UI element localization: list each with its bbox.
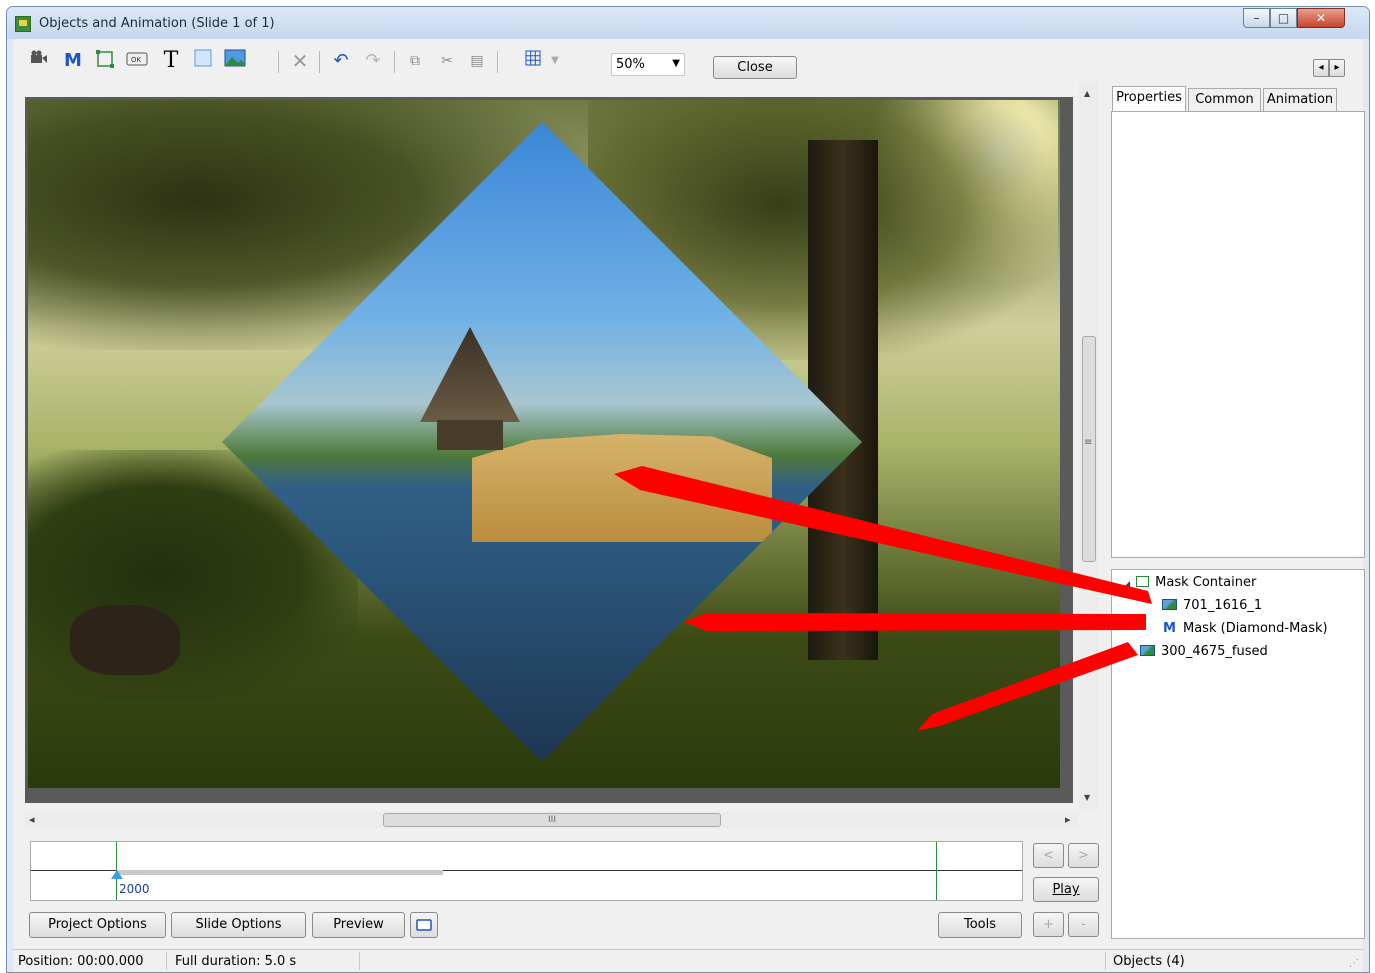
vertical-scrollbar[interactable]: ▲ ≡ ▼ (1079, 81, 1099, 809)
timeline-prev-button[interactable]: < (1033, 843, 1064, 868)
redo-icon[interactable]: ↷ (361, 49, 385, 73)
hut-base (437, 420, 503, 450)
image-icon[interactable] (223, 49, 247, 73)
fullscreen-preview-button[interactable] (410, 912, 438, 938)
mask-icon: M (1163, 621, 1176, 636)
tools-button[interactable]: Tools (938, 912, 1022, 938)
image-icon (1162, 599, 1177, 610)
image-icon (1140, 645, 1155, 656)
grid-dropdown-arrow-icon[interactable]: ▼ (543, 49, 567, 73)
mask-icon[interactable]: M (61, 49, 85, 73)
zoom-select[interactable]: 50% ▼ (611, 53, 685, 76)
add-keyframe-button[interactable]: + (1033, 912, 1064, 937)
slide-canvas[interactable] (25, 97, 1073, 803)
title-bar[interactable]: Objects and Animation (Slide 1 of 1) – □… (7, 7, 1369, 39)
camera-icon[interactable] (27, 49, 51, 73)
hut-roof (420, 327, 520, 422)
properties-panel (1111, 111, 1365, 558)
horizontal-scrollbar[interactable]: ◂ III ▸ (25, 811, 1079, 829)
tree-item-label: Mask (Diamond-Mask) (1183, 621, 1328, 636)
window-close-button[interactable]: ✕ (1297, 8, 1345, 28)
remove-keyframe-button[interactable]: - (1068, 912, 1099, 937)
tab-common[interactable]: Common (1188, 88, 1261, 112)
background-photo[interactable] (28, 100, 1060, 788)
monitor-icon (416, 919, 432, 931)
client-area: M OK T ✕ ↶ ↷ ⧉ ✂ ▤ ▼ 50% ▼ Close ◂ ▸ ▲ ≡… (13, 39, 1365, 972)
toolbar-separator (278, 51, 279, 73)
timeline-duration-bar (117, 870, 443, 875)
toolbar-separator (497, 51, 498, 73)
project-options-button[interactable]: Project Options (29, 912, 166, 938)
status-separator (359, 952, 360, 970)
tree-item-label: Mask Container (1155, 575, 1257, 590)
text-icon[interactable]: T (159, 49, 183, 73)
tab-properties[interactable]: Properties (1112, 86, 1186, 113)
container-icon (1136, 576, 1150, 587)
timeline[interactable]: 2000 (30, 841, 1023, 901)
status-separator (166, 952, 167, 970)
collapse-arrow-icon[interactable]: ◢ (1124, 579, 1130, 588)
toolbar-separator (319, 51, 320, 73)
scroll-up-icon[interactable]: ▲ (1084, 89, 1090, 98)
timeline-end-line[interactable] (936, 842, 937, 900)
close-button[interactable]: Close (713, 56, 797, 79)
object-tree[interactable]: ◢ Mask Container 701_1616_1 M Mask (Diamon… (1111, 569, 1365, 939)
tree-item-label: 701_1616_1 (1183, 598, 1263, 613)
timeline-next-button[interactable]: > (1068, 843, 1099, 868)
tree-item-mask-container[interactable]: ◢ Mask Container (1124, 573, 1256, 593)
nav-next-button[interactable]: ▸ (1329, 59, 1345, 77)
preview-button[interactable]: Preview (312, 912, 405, 938)
app-window: Objects and Animation (Slide 1 of 1) – □… (6, 6, 1370, 973)
scroll-right-icon[interactable]: ▸ (1065, 813, 1071, 826)
status-separator (1105, 952, 1106, 970)
duration-readout: Full duration: 5.0 s (175, 954, 297, 969)
paste-icon[interactable]: ▤ (465, 49, 489, 73)
horizontal-scroll-thumb[interactable]: III (383, 813, 721, 827)
chevron-down-icon: ▼ (672, 58, 680, 69)
grip-icon: ≡ (1084, 437, 1093, 448)
minimize-button[interactable]: – (1243, 8, 1270, 28)
tree-item-image[interactable]: 300_4675_fused (1140, 642, 1268, 662)
svg-text:OK: OK (131, 56, 142, 64)
sheep (70, 605, 180, 675)
scroll-left-icon[interactable]: ◂ (29, 813, 35, 826)
grid-icon[interactable] (521, 49, 545, 73)
button-icon[interactable]: OK (125, 49, 149, 73)
tab-animation[interactable]: Animation (1263, 88, 1337, 112)
scroll-down-icon[interactable]: ▼ (1084, 793, 1090, 802)
tree-item-mask[interactable]: M Mask (Diamond-Mask) (1162, 619, 1328, 639)
nav-prev-button[interactable]: ◂ (1313, 59, 1329, 77)
container-icon[interactable] (93, 49, 117, 73)
tree-item-label: 300_4675_fused (1161, 644, 1268, 659)
objects-count: Objects (4) (1113, 954, 1185, 969)
position-readout: Position: 00:00.000 (18, 954, 144, 969)
slide-options-button[interactable]: Slide Options (171, 912, 306, 938)
toolbar-separator (394, 51, 395, 73)
frame-icon[interactable] (191, 49, 215, 73)
reeds (472, 434, 772, 542)
resize-grip-icon[interactable]: ⋰ (1349, 958, 1359, 969)
cut-icon[interactable]: ✂ (435, 49, 459, 73)
window-title: Objects and Animation (Slide 1 of 1) (39, 16, 275, 31)
delete-icon[interactable]: ✕ (288, 49, 312, 73)
app-icon (15, 16, 31, 32)
play-button[interactable]: Play (1033, 877, 1099, 902)
copy-icon[interactable]: ⧉ (403, 49, 427, 73)
undo-icon[interactable]: ↶ (329, 49, 353, 73)
zoom-value: 50% (616, 57, 645, 72)
keyframe-marker-icon[interactable] (111, 870, 123, 879)
maximize-button[interactable]: □ (1270, 8, 1297, 28)
tree-item-image[interactable]: 701_1616_1 (1162, 596, 1262, 616)
vertical-scroll-thumb[interactable]: ≡ (1082, 336, 1096, 562)
status-bar: Position: 00:00.000 Full duration: 5.0 s… (13, 949, 1363, 972)
keyframe-time-label: 2000 (119, 882, 150, 896)
